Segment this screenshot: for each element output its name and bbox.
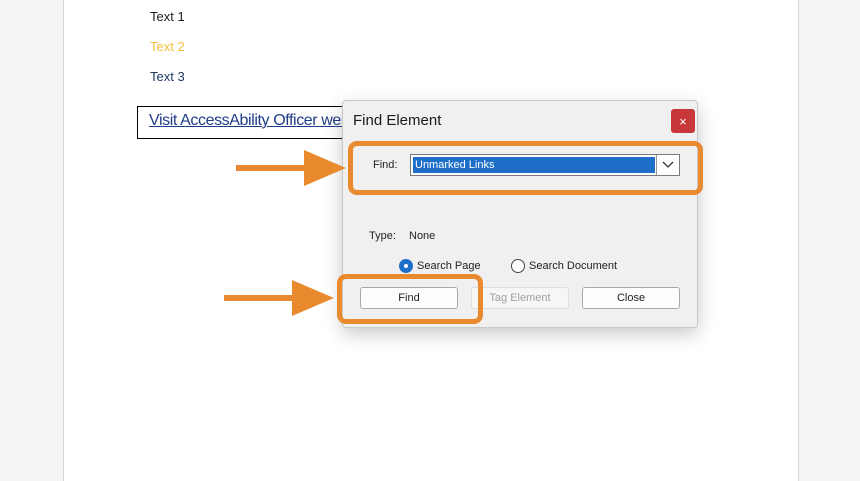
close-dialog-button[interactable]: ×: [671, 109, 695, 133]
website-link[interactable]: Visit AccessAbility Officer website: [149, 112, 373, 130]
arrow-right-icon: [224, 280, 334, 316]
close-button[interactable]: Close: [582, 287, 680, 309]
find-field-highlight: [348, 141, 703, 195]
search-page-radio[interactable]: Search Page: [399, 258, 481, 274]
text-line-3: Text 3: [150, 69, 185, 84]
search-page-label: Search Page: [417, 260, 481, 272]
search-document-radio[interactable]: Search Document: [511, 258, 617, 274]
arrow-right-icon: [236, 150, 346, 186]
search-document-label: Search Document: [529, 260, 618, 272]
tag-element-button: Tag Element: [471, 287, 569, 309]
type-value: None: [409, 230, 436, 242]
text-line-2: Text 2: [150, 39, 185, 54]
radio-selected-icon: [399, 259, 413, 273]
close-icon: ×: [679, 113, 687, 129]
text-line-1: Text 1: [150, 9, 185, 24]
find-button-highlight: [337, 274, 483, 324]
type-label: Type:: [369, 230, 396, 242]
dialog-title: Find Element: [353, 112, 442, 129]
radio-unselected-icon: [511, 259, 525, 273]
